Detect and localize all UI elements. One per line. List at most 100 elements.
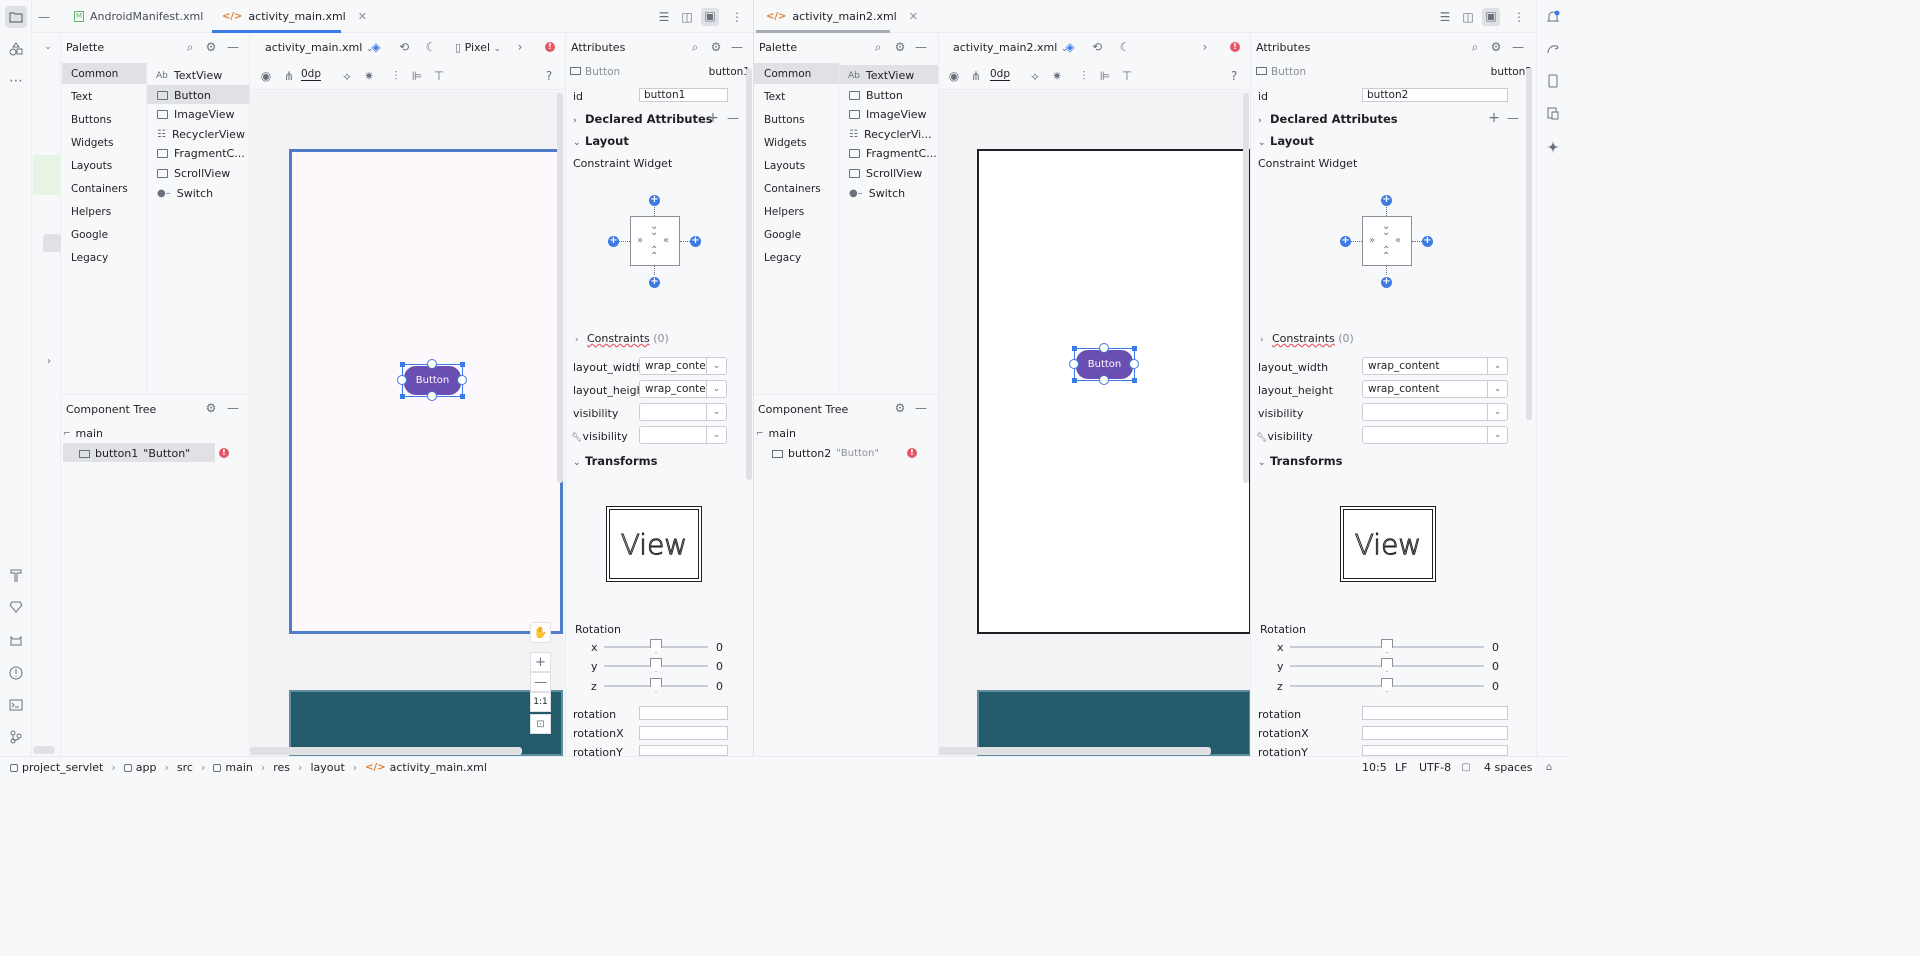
chevron-right-icon[interactable]: › [1197,39,1213,55]
minimize-icon[interactable]: — [225,400,241,416]
palette-category-common[interactable]: Common [71,68,118,80]
palette-item-recyclerview[interactable]: ☷ RecyclerVi... [849,128,932,141]
default-margin-button[interactable]: 0dp [301,68,322,81]
tab-android-manifest[interactable]: M AndroidManifest.xml [66,0,211,33]
breadcrumb-item[interactable]: main [225,761,252,774]
more-options-icon[interactable]: ⋮ [1511,9,1527,25]
palette-item-textview[interactable]: Ab TextView [848,69,914,82]
canvas-h-scrollbar[interactable] [250,747,522,755]
eye-icon[interactable]: ◉ [946,68,962,84]
device-frame[interactable] [977,149,1251,634]
default-margin-button[interactable]: 0dp [990,68,1011,81]
remove-attribute-icon[interactable]: — [725,110,741,126]
palette-item-textview[interactable]: Ab TextView [156,69,222,82]
read-only-icon[interactable]: ▢ [1459,760,1473,774]
collapse-chevron-icon[interactable]: — [35,8,53,26]
add-constraint-left-icon[interactable]: + [608,236,619,247]
eye-icon[interactable]: ◉ [258,68,274,84]
status-caret-position[interactable]: 10:5 [1362,761,1387,774]
resize-handle[interactable] [400,362,405,367]
zoom-actual-button[interactable]: 1:1 [530,692,551,712]
palette-category-layouts[interactable]: Layouts [71,160,112,172]
minimize-icon[interactable]: — [1510,39,1526,55]
close-icon[interactable]: ✕ [358,10,367,23]
device-select[interactable]: ▯ Pixel ⌄ [455,41,501,54]
search-icon[interactable]: ⌕ [182,39,198,55]
breadcrumb-item[interactable]: activity_main.xml [390,761,487,774]
constraint-anchor-bottom[interactable] [427,391,437,401]
terminal-icon[interactable] [5,694,27,716]
error-icon[interactable]: ! [545,42,555,52]
layout-file-select[interactable]: activity_main2.xml ⌄ [953,41,1068,54]
code-view-icon[interactable]: ☰ [1437,9,1453,25]
notifications-icon[interactable] [1542,6,1564,28]
night-mode-icon[interactable]: ☾ [423,39,439,55]
palette-item-recyclerview[interactable]: ☷ RecyclerView [157,128,245,141]
clear-constraints-icon[interactable]: ⟡ [339,68,355,84]
layout-section-header[interactable]: ⌄ Layout [573,134,629,148]
night-mode-icon[interactable]: ☾ [1117,39,1133,55]
minimize-icon[interactable]: — [729,39,745,55]
palette-category-helpers[interactable]: Helpers [71,206,111,218]
palette-item-imageview[interactable]: ImageView [157,108,235,121]
add-constraint-bottom-icon[interactable]: + [1381,277,1392,288]
more-tools-icon[interactable]: ⋯ [5,70,27,92]
resize-handle[interactable] [460,394,465,399]
rotation-input[interactable] [639,706,728,720]
add-constraint-right-icon[interactable]: + [690,236,701,247]
error-icon[interactable]: ! [1230,42,1240,52]
constraint-anchor-right[interactable] [1129,359,1139,369]
tree-row-main[interactable]: ⌐ main [63,427,103,440]
infer-constraints-icon[interactable]: ✷ [361,68,377,84]
minimize-icon[interactable]: — [913,39,929,55]
layout-file-select[interactable]: activity_main.xml ⌄ [265,41,373,54]
running-devices-icon[interactable] [1542,102,1564,124]
zoom-fit-icon[interactable]: ⊡ [530,714,551,734]
infer-constraints-icon[interactable]: ✷ [1049,68,1065,84]
attr-id-input[interactable]: button1 [639,88,728,102]
declared-attributes-header[interactable]: › Declared Attributes [1258,112,1398,126]
tree-row-main[interactable]: ⌐ main [756,427,796,440]
tree-row-button1[interactable]: button1 "Button" [79,447,190,460]
palette-category-widgets[interactable]: Widgets [71,137,113,149]
palette-category-buttons[interactable]: Buttons [764,114,805,126]
add-constraint-right-icon[interactable]: + [1422,236,1433,247]
gradle-icon[interactable] [1542,38,1564,60]
palette-category-common[interactable]: Common [764,68,811,80]
add-constraint-bottom-icon[interactable]: + [649,277,660,288]
constraint-anchor-top[interactable] [1099,343,1109,353]
expand-chevron-icon[interactable]: › [43,354,55,368]
pan-hand-icon[interactable]: ✋ [530,622,551,643]
git-icon[interactable] [5,726,27,748]
palette-item-button[interactable]: Button [849,89,903,102]
layout-height-select[interactable]: wrap_conte ⌄ [639,380,727,398]
attributes-scrollbar[interactable] [746,68,752,480]
breadcrumb-item[interactable]: src [177,761,193,774]
constraints-header[interactable]: › Constraints (0) [1260,332,1354,345]
remove-attribute-icon[interactable]: — [1505,110,1521,126]
palette-item-scrollview[interactable]: ScrollView [157,167,230,180]
layout-height-select[interactable]: wrap_content ⌄ [1362,380,1508,398]
palette-item-imageview[interactable]: ImageView [849,108,927,121]
rotationY-input[interactable] [639,745,728,756]
add-constraint-top-icon[interactable]: + [649,195,660,206]
rotationY-input[interactable] [1362,745,1508,756]
breadcrumb-item[interactable]: project_servlet [22,761,103,774]
gear-icon[interactable]: ⚙ [708,39,724,55]
lock-icon[interactable]: ⌂ [1542,760,1556,774]
design-view-icon[interactable]: ▣ [1482,8,1500,26]
palette-category-buttons[interactable]: Buttons [71,114,112,126]
attributes-scrollbar[interactable] [1526,68,1532,420]
tools-visibility-select[interactable]: ⌄ [1362,426,1508,444]
palette-item-scrollview[interactable]: ScrollView [849,167,922,180]
constraint-anchor-top[interactable] [427,359,437,369]
search-icon[interactable]: ⌕ [687,39,703,55]
clear-constraints-icon[interactable]: ⟡ [1027,68,1043,84]
resize-handle[interactable] [1072,346,1077,351]
constraint-anchor-left[interactable] [1069,359,1079,369]
layout-section-header[interactable]: ⌄ Layout [1258,134,1314,148]
tab-activity-main2[interactable]: </> activity_main2.xml ✕ [758,0,926,33]
code-view-icon[interactable]: ☰ [656,9,672,25]
palette-item-switch[interactable]: ●– Switch [157,187,213,200]
design-surface-icon[interactable]: ◈ [368,39,384,55]
